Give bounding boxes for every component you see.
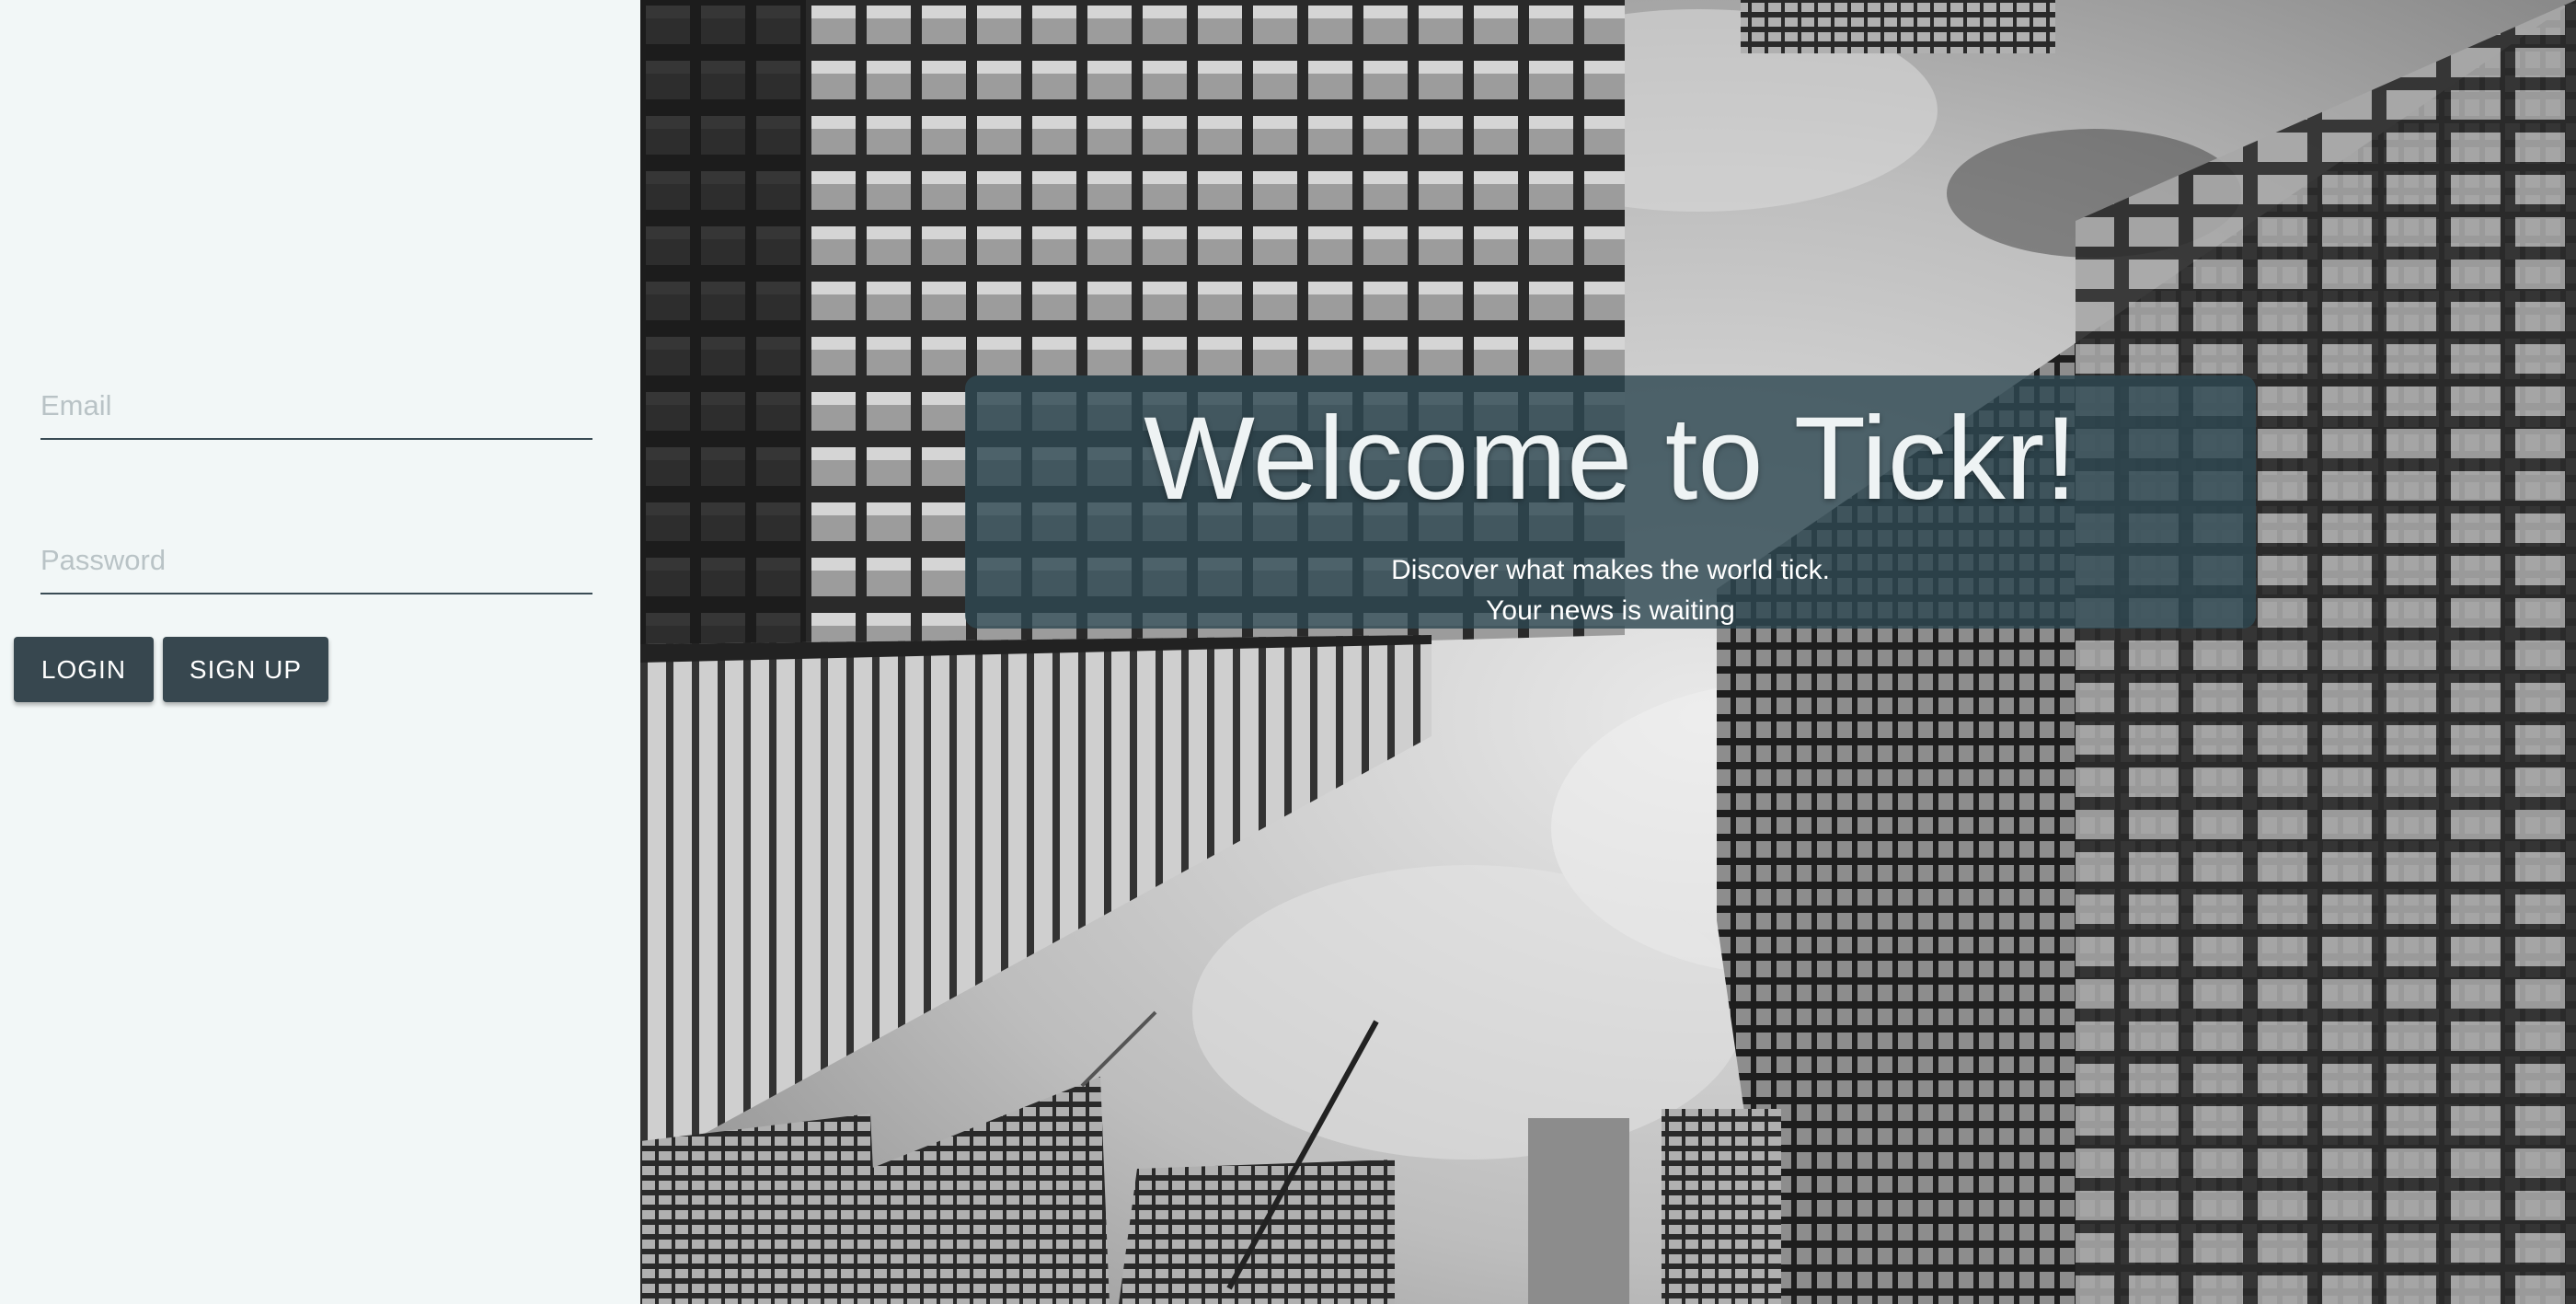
password-input[interactable] [40, 528, 592, 594]
welcome-title: Welcome to Tickr! [1144, 393, 2077, 525]
app-root: LOGIN SIGN UP [0, 0, 2576, 1304]
welcome-subtitle: Discover what makes the world tick. Your… [965, 550, 2256, 631]
email-input[interactable] [40, 374, 592, 440]
login-panel: LOGIN SIGN UP [0, 0, 640, 1304]
welcome-overlay: Welcome to Tickr! Discover what makes th… [965, 375, 2256, 629]
subtitle-line-2: Your news is waiting [1486, 595, 1735, 626]
subtitle-line-1: Discover what makes the world tick. [1391, 555, 1830, 585]
hero-section: Welcome to Tickr! Discover what makes th… [640, 0, 2576, 1304]
signup-button[interactable]: SIGN UP [163, 637, 328, 702]
skyscrapers-background-image [640, 0, 2576, 1304]
login-button[interactable]: LOGIN [14, 637, 154, 702]
